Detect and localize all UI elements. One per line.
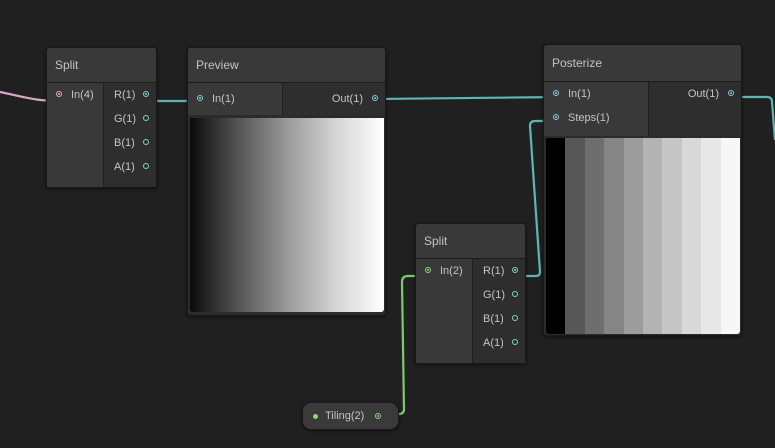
input-port-icon[interactable]	[553, 114, 559, 120]
input-port-icon[interactable]	[197, 95, 203, 101]
tiling-property-node[interactable]: Tiling(2)	[302, 402, 399, 430]
output-port-icon[interactable]	[512, 315, 518, 321]
split-node-1-b-port[interactable]: B(1)	[104, 131, 156, 155]
property-indicator-icon	[313, 414, 318, 419]
posterize-node-inputs: In(1) Steps(1)	[544, 82, 649, 136]
posterized-preview-image	[546, 138, 740, 334]
split-node-2-g-port[interactable]: G(1)	[473, 283, 525, 307]
split-node-2-a-port[interactable]: A(1)	[473, 331, 525, 355]
split-node-1-outputs: R(1) G(1) B(1) A(1)	[104, 83, 156, 187]
gradient-preview-image	[190, 118, 384, 312]
split-node-2[interactable]: Split In(2) R(1) G(1) B(1) A(1)	[415, 223, 526, 364]
output-port-icon[interactable]	[375, 413, 381, 419]
wire-preview-to-posterize[interactable]	[372, 95, 561, 101]
split-node-1-r-port[interactable]: R(1)	[104, 83, 156, 107]
output-port-icon[interactable]	[143, 115, 149, 121]
output-port-icon[interactable]	[728, 90, 734, 96]
split-node-2-r-port[interactable]: R(1)	[473, 259, 525, 283]
input-port-icon[interactable]	[56, 91, 62, 97]
preview-node-title: Preview	[188, 48, 385, 83]
split-node-1-a-port[interactable]: A(1)	[104, 155, 156, 179]
posterize-node-steps-port[interactable]: Steps(1)	[544, 106, 648, 130]
input-port-icon[interactable]	[425, 267, 431, 273]
posterize-node-in-port[interactable]: In(1)	[544, 82, 648, 106]
tiling-label: Tiling(2)	[325, 410, 365, 422]
split-node-2-b-port[interactable]: B(1)	[473, 307, 525, 331]
posterize-node[interactable]: Posterize In(1) Steps(1) Out(1)	[543, 44, 742, 336]
input-port-icon[interactable]	[553, 90, 559, 96]
split-node-1-inputs: In(4)	[47, 83, 104, 187]
split-node-2-outputs: R(1) G(1) B(1) A(1)	[473, 259, 525, 363]
output-port-icon[interactable]	[372, 95, 378, 101]
output-port-icon[interactable]	[512, 267, 518, 273]
split-node-1[interactable]: Split In(4) R(1) G(1) B(1) A(1)	[46, 47, 157, 188]
output-port-icon[interactable]	[512, 339, 518, 345]
split-node-2-title: Split	[416, 224, 525, 259]
preview-node-inputs: In(1)	[188, 83, 283, 115]
posterize-node-title: Posterize	[544, 45, 741, 82]
preview-node-out-port[interactable]: Out(1)	[283, 83, 385, 115]
split-node-1-in-port[interactable]: In(4)	[47, 83, 103, 107]
output-port-icon[interactable]	[143, 163, 149, 169]
split-node-2-inputs: In(2)	[416, 259, 473, 363]
output-port-icon[interactable]	[143, 139, 149, 145]
output-port-icon[interactable]	[143, 91, 149, 97]
posterize-node-outputs: Out(1)	[649, 82, 741, 136]
split-node-1-g-port[interactable]: G(1)	[104, 107, 156, 131]
split-node-2-in-port[interactable]: In(2)	[416, 259, 472, 283]
posterize-node-out-port[interactable]: Out(1)	[649, 82, 741, 106]
output-port-icon[interactable]	[512, 291, 518, 297]
preview-node-outputs: Out(1)	[283, 83, 385, 115]
preview-node[interactable]: Preview In(1) Out(1)	[187, 47, 386, 316]
split-node-1-title: Split	[47, 48, 156, 83]
preview-node-in-port[interactable]: In(1)	[188, 83, 282, 115]
